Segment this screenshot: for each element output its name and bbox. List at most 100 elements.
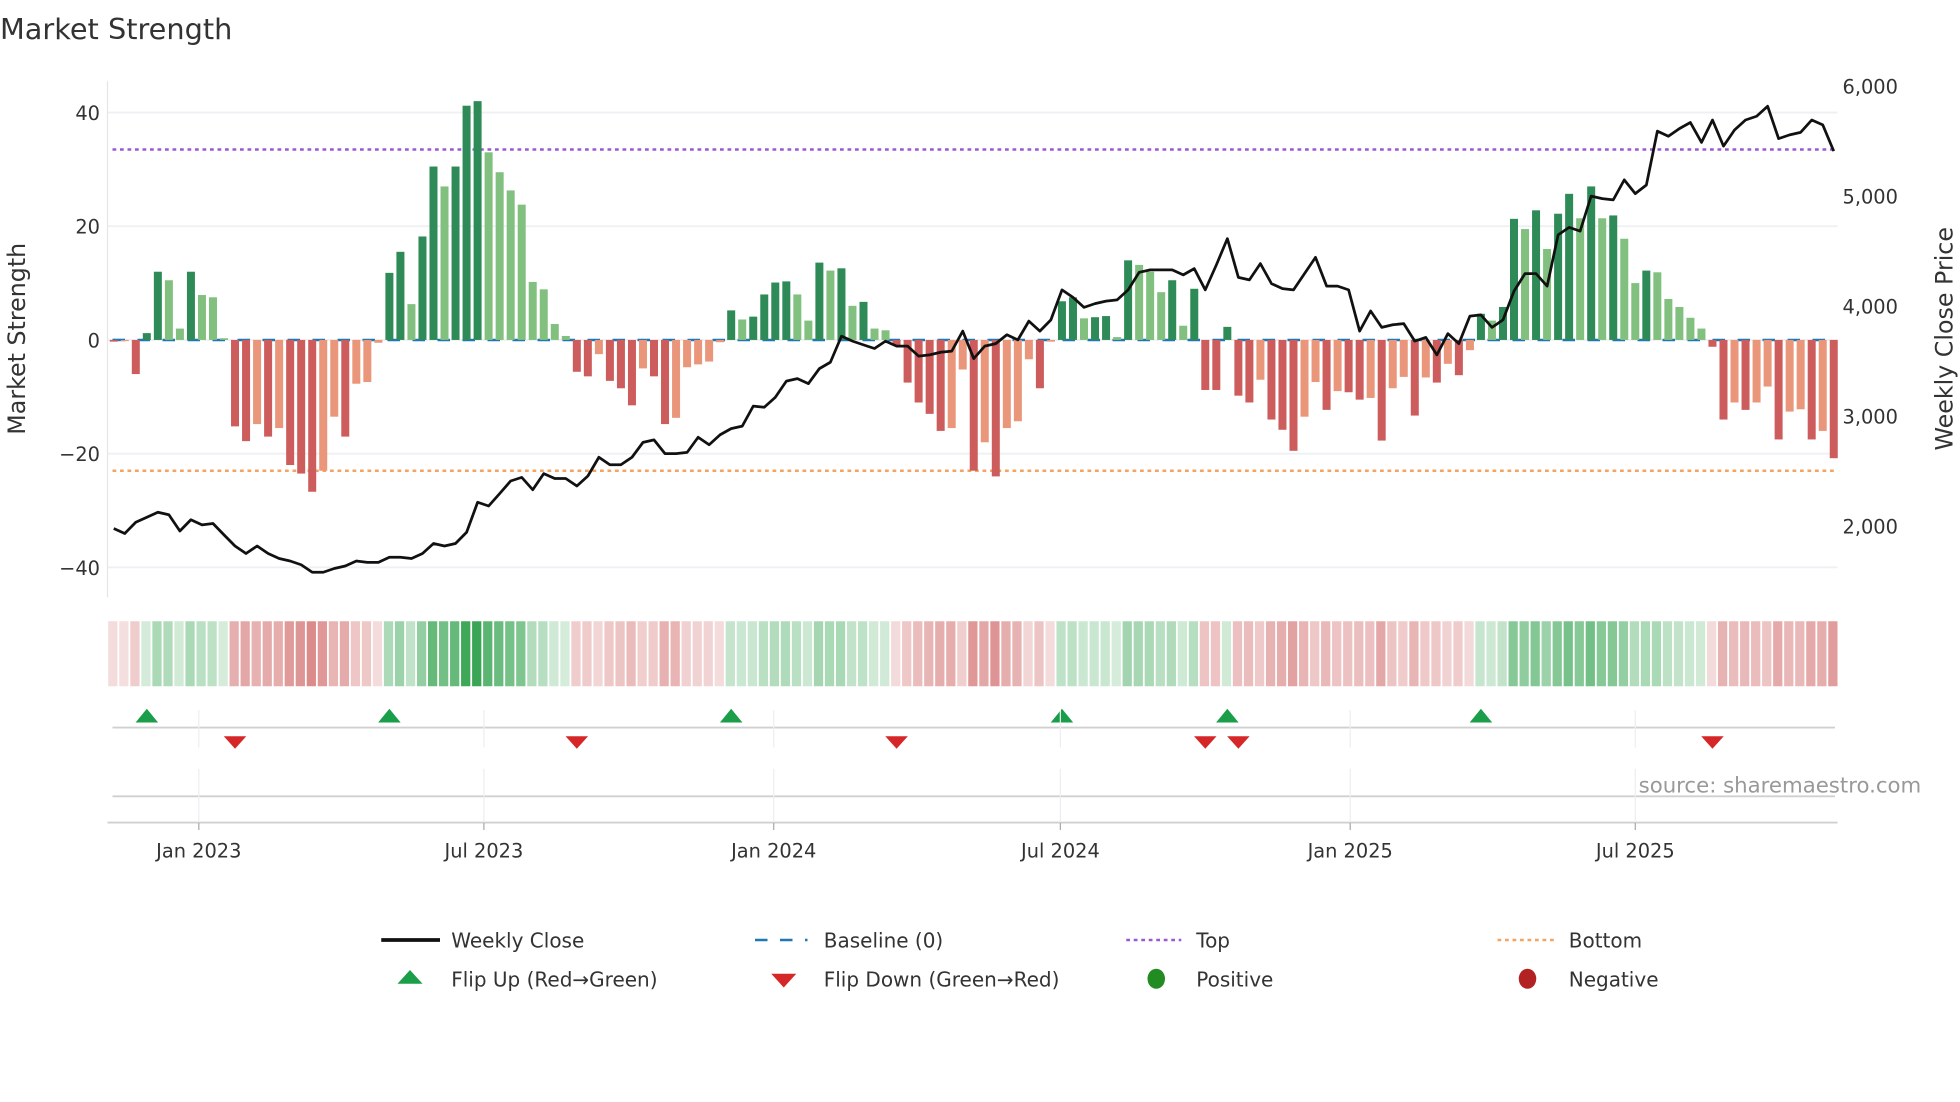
heat-cell xyxy=(405,621,416,687)
heat-cell xyxy=(1519,621,1529,687)
strength-bar xyxy=(109,339,118,342)
strength-bar xyxy=(473,101,482,340)
strength-bar xyxy=(661,339,670,425)
strength-bar xyxy=(1565,193,1574,340)
strength-bar xyxy=(1289,339,1298,451)
strength-bar xyxy=(1719,339,1728,420)
heat-cell xyxy=(1751,621,1761,687)
heat-cell xyxy=(1651,621,1662,687)
strength-bar xyxy=(1818,339,1827,431)
heat-cell xyxy=(1464,621,1474,687)
heat-cell xyxy=(1420,621,1430,687)
heat-cell xyxy=(835,621,846,687)
heat-cell xyxy=(1210,621,1221,687)
strength-bar xyxy=(1322,339,1331,410)
strength-bar xyxy=(991,339,1000,477)
y2-axis-ticks: 6,000 5,000 4,000 3,000 2,000 xyxy=(1843,76,1898,539)
strength-bar xyxy=(175,328,184,340)
heat-cell xyxy=(604,621,614,687)
heat-cell xyxy=(1332,621,1342,687)
strength-bar xyxy=(1399,339,1408,377)
heat-cell xyxy=(747,621,757,687)
y2-tick-label: 4,000 xyxy=(1843,296,1898,319)
strength-bar xyxy=(672,339,681,418)
strength-bar xyxy=(716,339,725,343)
strength-bar xyxy=(1179,325,1188,340)
heat-cell xyxy=(1475,621,1485,687)
heat-cell xyxy=(174,621,184,687)
heat-cell xyxy=(990,621,1000,687)
strength-bar xyxy=(694,339,703,365)
y2-tick-label: 2,000 xyxy=(1843,516,1898,539)
heat-cell xyxy=(979,621,989,687)
heat-cell xyxy=(1574,621,1584,687)
heat-cell xyxy=(846,621,857,687)
strength-bar xyxy=(1697,328,1706,340)
heat-cell xyxy=(383,621,394,687)
strength-bar xyxy=(638,339,647,369)
chart-title: Market Strength xyxy=(0,12,232,46)
strength-bar xyxy=(440,186,449,340)
strength-bar xyxy=(1311,339,1320,383)
strength-bar xyxy=(1013,339,1022,422)
heat-cell xyxy=(1265,621,1276,687)
strength-bar xyxy=(330,339,339,417)
heat-cell xyxy=(736,621,746,687)
heat-cell xyxy=(1784,621,1794,687)
heat-cell xyxy=(725,621,735,687)
strength-bar xyxy=(550,324,559,340)
y-tick-label: 20 xyxy=(75,216,100,239)
heat-cell xyxy=(968,621,978,687)
heat-cell xyxy=(946,621,956,687)
strength-bar xyxy=(650,339,659,377)
heat-cell xyxy=(1442,621,1452,687)
heat-cell xyxy=(1111,621,1121,687)
flip-down-marker xyxy=(1227,736,1250,749)
heat-cell xyxy=(1078,621,1088,687)
strength-bar xyxy=(1620,238,1629,340)
heat-cell xyxy=(196,621,206,687)
strength-bar xyxy=(1796,339,1805,410)
heat-cell xyxy=(1310,621,1320,687)
strength-bar xyxy=(1443,339,1452,364)
heat-cell xyxy=(317,621,327,687)
strength-bar xyxy=(848,305,857,340)
strength-bar xyxy=(760,294,769,340)
strength-bar xyxy=(572,339,581,372)
heat-cell xyxy=(1188,621,1199,687)
heat-cell xyxy=(472,621,482,687)
heat-cell xyxy=(1541,621,1551,687)
strength-bar xyxy=(1223,326,1232,340)
strength-bar xyxy=(771,282,780,340)
heat-cell xyxy=(1001,621,1011,687)
heat-cell xyxy=(483,621,493,687)
flip-up-icon xyxy=(397,970,423,984)
strength-bar xyxy=(1388,339,1397,389)
heat-cell xyxy=(1486,621,1496,687)
strength-bar xyxy=(1057,301,1066,340)
heat-cell xyxy=(935,621,945,687)
heat-cell xyxy=(1817,621,1827,687)
strength-bar xyxy=(153,271,162,340)
heat-cell xyxy=(1740,621,1750,687)
y2-tick-label: 6,000 xyxy=(1843,76,1898,99)
heat-cell xyxy=(1144,621,1154,687)
strength-bar xyxy=(308,339,317,492)
strength-bar xyxy=(407,304,416,340)
strength-bar xyxy=(131,339,140,375)
heat-cell xyxy=(1321,621,1331,687)
heat-cell xyxy=(1806,621,1816,687)
strength-bar xyxy=(120,339,129,342)
strength-bar xyxy=(1763,339,1772,387)
strength-bar xyxy=(1653,272,1662,340)
heat-cell xyxy=(108,621,118,687)
strength-bar xyxy=(1664,299,1673,340)
heat-cell xyxy=(1056,621,1066,687)
strength-bar xyxy=(627,339,636,406)
heat-cell xyxy=(295,621,305,687)
heat-cell xyxy=(306,621,316,687)
heat-cell xyxy=(1530,621,1540,687)
flip-up-marker xyxy=(135,708,159,723)
heat-cell xyxy=(1199,621,1210,687)
heat-cell xyxy=(1453,621,1463,687)
